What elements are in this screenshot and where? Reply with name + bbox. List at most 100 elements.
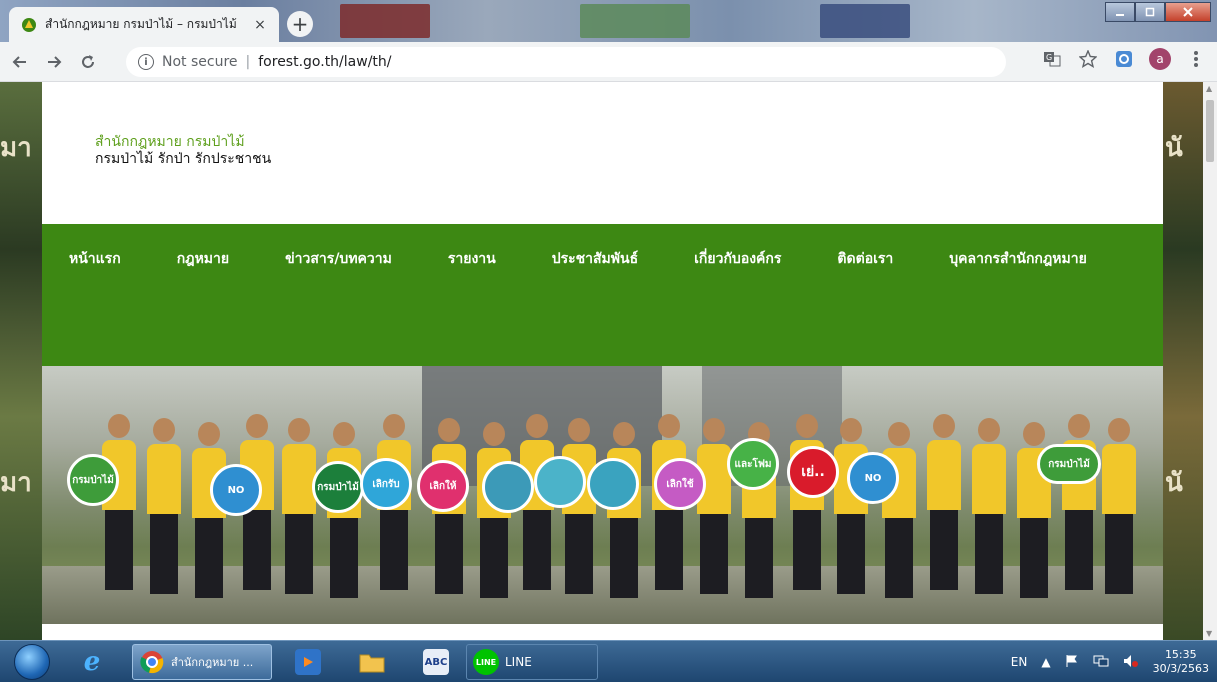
show-hidden-icons-icon[interactable]: ▲: [1041, 655, 1050, 669]
start-button[interactable]: [14, 644, 50, 680]
campaign-sign: เลิกใช้: [654, 458, 706, 510]
new-tab-button[interactable]: +: [287, 11, 313, 37]
file-explorer-button[interactable]: [344, 644, 400, 680]
nav-item-reports[interactable]: รายงาน: [448, 224, 496, 295]
campaign-sign: เย่..: [787, 446, 839, 498]
person-figure: [607, 422, 641, 598]
nav-item-news[interactable]: ข่าวสาร/บทความ: [285, 224, 392, 295]
system-clock[interactable]: 15:35 30/3/2563: [1153, 648, 1209, 676]
scrollbar-thumb[interactable]: [1206, 100, 1214, 162]
scroll-down-icon[interactable]: ▼: [1206, 629, 1212, 638]
person-figure: [147, 418, 181, 594]
security-status: Not secure: [162, 54, 238, 70]
person-figure: [882, 422, 916, 598]
reload-icon[interactable]: [74, 48, 102, 76]
nav-item-contact[interactable]: ติดต่อเรา: [837, 224, 893, 295]
nav-item-home[interactable]: หน้าแรก: [69, 224, 121, 295]
nav-item-public-relations[interactable]: ประชาสัมพันธ์: [552, 224, 638, 295]
line-taskbar-button[interactable]: LINE LINE: [466, 644, 598, 680]
nav-item-about[interactable]: เกี่ยวกับองค์กร: [694, 224, 781, 295]
internet-explorer-button[interactable]: e: [64, 644, 120, 680]
tab-title: สำนักกฎหมาย กรมป่าไม้ – กรมป่าไม้: [45, 17, 237, 31]
language-indicator[interactable]: EN: [1011, 655, 1028, 669]
background-lettering: มา: [0, 468, 32, 498]
person-figure: [697, 418, 731, 594]
windows-taskbar: e สำนักกฎหมาย ... ABC LINE LINE EN ▲ 15:…: [0, 640, 1217, 682]
page-content-top: [42, 624, 1163, 640]
person-figure: [102, 414, 136, 590]
chrome-window-label: สำนักกฎหมาย ...: [171, 656, 254, 669]
person-figure: [790, 414, 824, 590]
chrome-taskbar-button[interactable]: สำนักกฎหมาย ...: [132, 644, 272, 680]
person-figure: [282, 418, 316, 594]
person-figure: [834, 418, 868, 594]
page-viewport: มา นั มา นั สำนักกฎหมาย กรมป่าไม้ กรมป่า…: [0, 82, 1217, 640]
hero-banner-photo: กรมป่าไม้ กรมป่าไม้ เลิกรับ เลิกให้ NO เ…: [42, 366, 1163, 624]
taskbar-thumbnail-decoration: [580, 4, 690, 38]
campaign-seal: [587, 458, 639, 510]
menu-kebab-icon[interactable]: [1185, 48, 1207, 70]
background-lettering: นั: [1165, 468, 1183, 498]
background-lettering: มา: [0, 133, 32, 163]
media-player-button[interactable]: [280, 644, 336, 680]
clock-time: 15:35: [1164, 648, 1197, 661]
browser-toolbar: i Not secure | forest.go.th/law/th/ G a: [0, 42, 1217, 82]
campaign-sign: กรมป่าไม้: [67, 454, 119, 506]
person-figure: [1102, 418, 1136, 594]
maximize-button[interactable]: [1135, 2, 1165, 22]
taskbar-thumbnail-decoration: [340, 4, 430, 38]
campaign-sign: และโฟม: [727, 438, 779, 490]
site-tagline: กรมป่าไม้ รักป่า รักประชาชน: [95, 151, 272, 167]
translate-icon[interactable]: G: [1041, 48, 1063, 70]
campaign-sign: เลิกรับ: [360, 458, 412, 510]
person-figure: [1062, 414, 1096, 590]
site-container: สำนักกฎหมาย กรมป่าไม้ กรมป่าไม้ รักป่า ร…: [42, 82, 1163, 640]
network-icon[interactable]: [1093, 654, 1109, 671]
close-window-button[interactable]: [1165, 2, 1211, 22]
folder-icon: [359, 649, 385, 675]
taskbar-thumbnail-decoration: [820, 4, 910, 38]
line-app-icon: LINE: [473, 649, 499, 675]
clock-date: 30/3/2563: [1152, 662, 1209, 675]
toolbar-actions: G a: [1041, 48, 1207, 70]
media-player-icon: [295, 649, 321, 675]
page-scrollbar[interactable]: ▲ ▼: [1203, 82, 1217, 640]
url-separator: |: [245, 54, 251, 70]
scroll-up-icon[interactable]: ▲: [1206, 84, 1212, 93]
campaign-sign: NO: [847, 452, 899, 504]
volume-muted-icon[interactable]: [1123, 654, 1139, 671]
campaign-seal: [534, 456, 586, 508]
person-figure: [972, 418, 1006, 594]
person-figure: [927, 414, 961, 590]
forward-icon[interactable]: [40, 48, 68, 76]
site-title[interactable]: สำนักกฎหมาย กรมป่าไม้: [95, 134, 1163, 151]
campaign-sign: NO: [210, 464, 262, 516]
extension-icon[interactable]: [1113, 48, 1135, 70]
action-center-flag-icon[interactable]: [1065, 654, 1079, 671]
tab-close-icon[interactable]: ×: [251, 16, 269, 34]
system-tray: EN ▲ 15:35 30/3/2563: [1011, 644, 1209, 680]
chrome-icon: [139, 649, 165, 675]
window-controls: [1105, 2, 1211, 22]
nav-item-law[interactable]: กฎหมาย: [177, 224, 229, 295]
browser-tabstrip: สำนักกฎหมาย กรมป่าไม้ – กรมป่าไม้ × +: [0, 0, 1217, 42]
background-lettering: นั: [1165, 133, 1183, 163]
url-text[interactable]: forest.go.th/law/th/: [258, 54, 391, 70]
svg-text:G: G: [1046, 53, 1052, 62]
browser-tab-active[interactable]: สำนักกฎหมาย กรมป่าไม้ – กรมป่าไม้ ×: [9, 7, 279, 42]
bookmark-star-icon[interactable]: [1077, 48, 1099, 70]
line-window-label: LINE: [505, 655, 532, 669]
site-header: สำนักกฎหมาย กรมป่าไม้ กรมป่าไม้ รักป่า ร…: [42, 82, 1163, 224]
nav-item-staff[interactable]: บุคลากรสำนักกฎหมาย: [949, 224, 1087, 295]
forest-department-favicon-icon: [21, 17, 37, 33]
internet-explorer-icon: e: [83, 647, 101, 677]
back-icon[interactable]: [6, 48, 34, 76]
campaign-sign: กรมป่าไม้: [1037, 444, 1101, 484]
profile-avatar[interactable]: a: [1149, 48, 1171, 70]
abc-app-button[interactable]: ABC: [408, 644, 464, 680]
address-bar[interactable]: i Not secure | forest.go.th/law/th/: [126, 47, 1006, 77]
campaign-sign: กรมป่าไม้: [312, 461, 364, 513]
minimize-button[interactable]: [1105, 2, 1135, 22]
site-info-icon[interactable]: i: [138, 54, 154, 70]
main-navigation: หน้าแรก กฎหมาย ข่าวสาร/บทความ รายงาน ประ…: [42, 224, 1163, 366]
